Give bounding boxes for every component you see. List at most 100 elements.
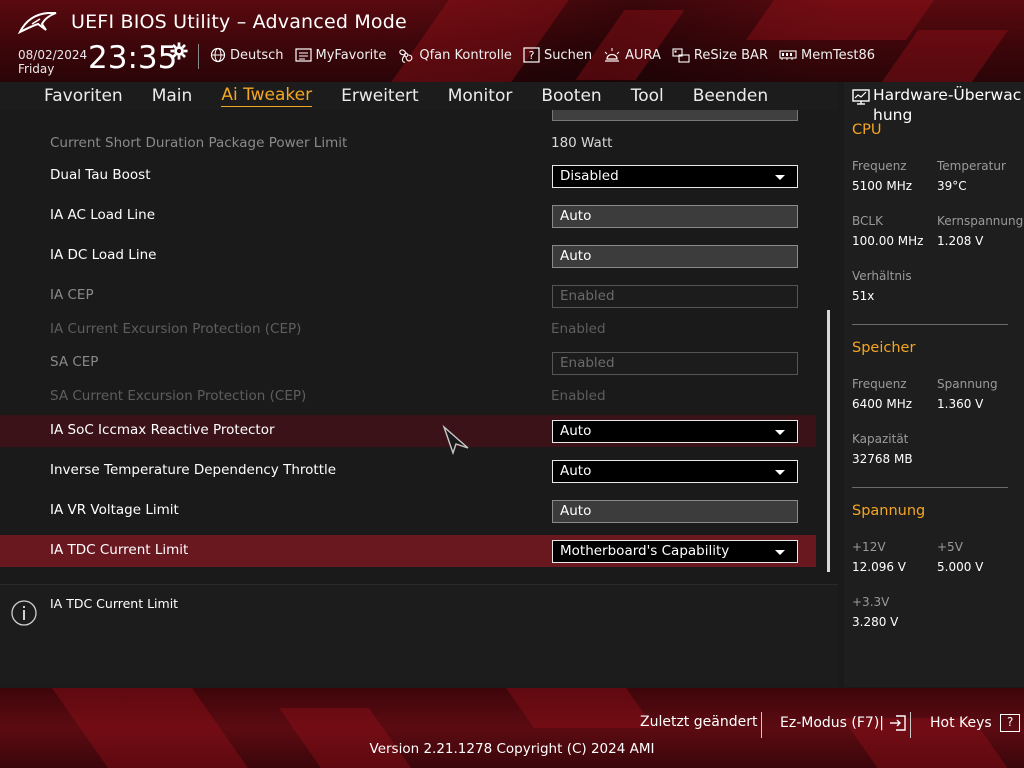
setting-row: IA CEP Enabled	[0, 280, 816, 312]
setting-row[interactable]: IA SoC Iccmax Reactive Protector Auto	[0, 415, 816, 447]
setting-label: Dual Tau Boost	[50, 167, 151, 183]
cpu-heading: CPU	[852, 122, 882, 138]
help-text: IA TDC Current Limit	[50, 596, 179, 611]
mem-capacity-value: 32768 MB	[852, 452, 913, 466]
ia-tdc-current-limit-dropdown[interactable]: Motherboard's Capability	[552, 540, 798, 563]
tab-erweitert[interactable]: Erweitert	[341, 86, 419, 106]
mem-voltage-label: Spannung	[937, 377, 998, 391]
resize-bar-icon	[672, 48, 690, 63]
help-key-icon: ?	[1000, 714, 1021, 732]
language-button[interactable]: Deutsch	[210, 47, 284, 63]
setting-label: SA CEP	[50, 354, 99, 370]
dual-tau-boost-dropdown[interactable]: Disabled	[552, 165, 798, 188]
mem-freq-label: Frequenz	[852, 377, 907, 391]
settings-panel: Current Short Duration Package Power Lim…	[0, 110, 838, 576]
scrollbar[interactable]	[827, 310, 830, 572]
v12-value: 12.096 V	[852, 560, 907, 574]
search-button[interactable]: ? Suchen	[523, 47, 592, 63]
rog-logo-icon	[18, 12, 57, 35]
info-icon	[11, 600, 37, 626]
globe-icon	[210, 47, 226, 63]
myfavorite-label: MyFavorite	[315, 47, 387, 63]
tab-favoriten[interactable]: Favoriten	[44, 86, 123, 106]
tab-booten[interactable]: Booten	[541, 86, 601, 106]
version-text: Version 2.21.1278 Copyright (C) 2024 AMI	[369, 741, 655, 757]
ia-vr-voltage-limit-input[interactable]: Auto	[552, 500, 798, 523]
myfavorite-button[interactable]: MyFavorite	[294, 47, 387, 63]
search-label: Suchen	[543, 47, 593, 63]
cpu-temp-label: Temperatur	[937, 159, 1006, 173]
qfan-label: Qfan Kontrolle	[419, 47, 512, 63]
ez-mode-button[interactable]: Ez-Modus (F7)|	[780, 714, 908, 732]
setting-row[interactable]: IA VR Voltage Limit Auto	[0, 495, 816, 527]
inverse-temp-throttle-dropdown[interactable]: Auto	[552, 460, 798, 483]
cpu-freq-value: 5100 MHz	[852, 179, 913, 193]
app-title: UEFI BIOS Utility – Advanced Mode	[71, 11, 407, 33]
hot-keys-label: Hot Keys	[930, 715, 992, 731]
hardware-monitor-title: Hardware-Überwac hung	[852, 85, 1022, 125]
setting-label: IA TDC Current Limit	[50, 542, 189, 558]
tab-beenden[interactable]: Beenden	[693, 86, 768, 106]
toolbar: Deutsch MyFavorite Qfan Kontrolle ? Such…	[210, 46, 886, 64]
chevron-down-icon	[775, 550, 785, 555]
aura-button[interactable]: AURA	[603, 47, 661, 63]
fan-icon	[399, 49, 413, 63]
setting-row: SA Current Excursion Protection (CEP) En…	[0, 385, 816, 407]
setting-label: IA AC Load Line	[50, 207, 156, 223]
monitor-icon	[852, 89, 870, 105]
last-modified-button[interactable]: Zuletzt geändert	[640, 714, 757, 730]
header-divider	[198, 44, 199, 69]
ratio-value: 51x	[852, 289, 875, 303]
setting-row[interactable]: IA TDC Current Limit Motherboard's Capab…	[0, 535, 816, 567]
setting-label: SA Current Excursion Protection (CEP)	[50, 388, 307, 404]
setting-label: IA SoC Iccmax Reactive Protector	[50, 422, 275, 438]
qfan-button[interactable]: Qfan Kontrolle	[397, 46, 512, 64]
setting-row[interactable]: IA DC Load Line Auto	[0, 240, 816, 272]
setting-value: Enabled	[551, 388, 606, 404]
memory-icon	[779, 50, 797, 60]
memtest-label: MemTest86	[800, 47, 876, 63]
setting-label: IA VR Voltage Limit	[50, 502, 179, 518]
gear-icon[interactable]	[170, 42, 188, 60]
chevron-down-icon	[775, 470, 785, 475]
setting-label: IA CEP	[50, 287, 94, 303]
mem-freq-value: 6400 MHz	[852, 397, 913, 411]
setting-value: 180 Watt	[551, 135, 613, 151]
tab-monitor[interactable]: Monitor	[448, 86, 513, 106]
mem-capacity-label: Kapazität	[852, 432, 909, 446]
tab-tool[interactable]: Tool	[631, 86, 664, 106]
v5-label: +5V	[937, 540, 963, 554]
setting-row: Current Short Duration Package Power Lim…	[0, 132, 816, 154]
setting-row: IA Current Excursion Protection (CEP) En…	[0, 318, 816, 340]
section-divider	[852, 324, 1008, 325]
svg-text:?: ?	[529, 49, 535, 62]
language-label: Deutsch	[230, 47, 284, 63]
ez-mode-label: Ez-Modus (F7)|	[780, 715, 884, 731]
memory-heading: Speicher	[852, 340, 916, 356]
chevron-down-icon	[775, 430, 785, 435]
setting-label: IA Current Excursion Protection (CEP)	[50, 321, 302, 337]
footer-divider	[761, 712, 762, 738]
setting-label: Inverse Temperature Dependency Throttle	[50, 462, 337, 478]
ia-ac-load-line-input[interactable]: Auto	[552, 205, 798, 228]
tab-main[interactable]: Main	[152, 86, 193, 106]
resize-bar-label: ReSize BAR	[693, 47, 768, 63]
setting-row[interactable]: IA AC Load Line Auto	[0, 200, 816, 232]
sa-cep-input: Enabled	[552, 352, 798, 375]
chevron-down-icon	[775, 175, 785, 180]
hot-keys-button[interactable]: Hot Keys ?	[930, 714, 1021, 732]
setting-row: SA CEP Enabled	[0, 347, 816, 379]
ia-soc-iccmax-dropdown[interactable]: Auto	[552, 420, 798, 443]
resize-bar-button[interactable]: ReSize BAR	[672, 47, 768, 63]
cpu-temp-value: 39°C	[937, 179, 967, 193]
memtest-button[interactable]: MemTest86	[779, 48, 875, 63]
bclk-value: 100.00 MHz	[852, 234, 924, 248]
core-voltage-value: 1.208 V	[937, 234, 984, 248]
footer-divider	[910, 712, 911, 738]
exit-arrow-icon	[890, 715, 907, 731]
ia-dc-load-line-input[interactable]: Auto	[552, 245, 798, 268]
tab-ai-tweaker[interactable]: Ai Tweaker	[221, 85, 313, 107]
setting-row[interactable]: Dual Tau Boost Disabled	[0, 160, 816, 192]
core-voltage-label: Kernspannung	[937, 214, 1024, 228]
setting-row[interactable]: Inverse Temperature Dependency Throttle …	[0, 455, 816, 487]
